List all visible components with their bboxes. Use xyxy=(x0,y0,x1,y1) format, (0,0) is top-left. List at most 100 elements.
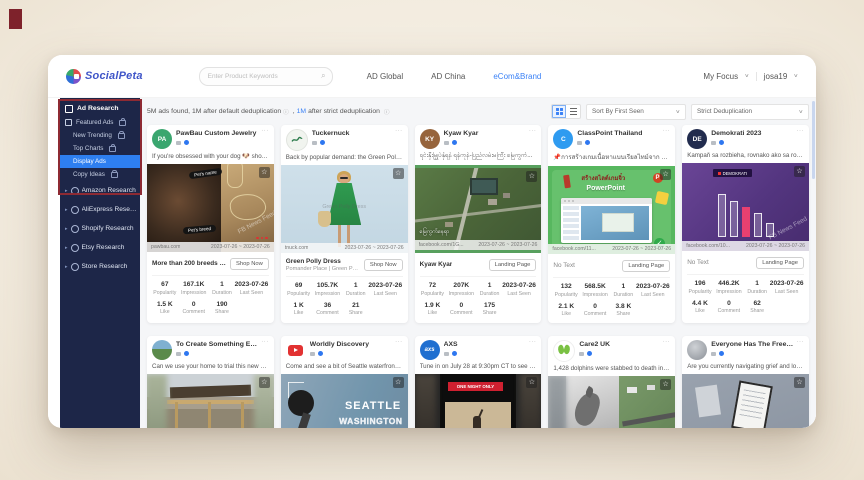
sidebar-item-amazon-research[interactable]: ▸ Amazon Research xyxy=(60,181,140,200)
search-icon[interactable]: ⌕ xyxy=(321,72,325,80)
like-label: Like xyxy=(687,308,713,314)
list-view-button[interactable] xyxy=(566,105,580,118)
advertiser-name[interactable]: Tuckernuck xyxy=(312,130,393,137)
advertiser-name[interactable]: Worldly Discovery xyxy=(310,341,393,348)
pergola-post-shape xyxy=(175,402,178,428)
nav-ad-china[interactable]: AD China xyxy=(431,72,465,81)
more-menu-icon[interactable]: ··· xyxy=(529,128,537,134)
avatar[interactable]: KY xyxy=(420,129,440,149)
facebook-icon xyxy=(184,351,189,356)
more-menu-icon[interactable]: ··· xyxy=(529,339,537,345)
info-icon[interactable]: ⓘ xyxy=(283,108,289,116)
avatar[interactable] xyxy=(553,340,575,362)
info-icon[interactable]: ⓘ xyxy=(384,108,390,116)
ad-media-preview[interactable]: ☆ สร้างสไลด์เกมจิ๋ว PowerPoint P xyxy=(548,166,675,254)
nav-ad-global[interactable]: AD Global xyxy=(367,72,403,81)
favorite-star-icon[interactable]: ☆ xyxy=(526,377,537,388)
ad-media-preview[interactable]: ☆ SEATTLE WASHINGTON xyxy=(281,374,408,428)
shopify-icon xyxy=(71,225,79,233)
lock-icon xyxy=(119,120,126,126)
ad-domain[interactable]: pawbau.com xyxy=(151,244,180,250)
favorite-star-icon[interactable]: ☆ xyxy=(259,167,270,178)
vertical-scrollbar[interactable] xyxy=(812,101,815,179)
favorite-star-icon[interactable]: ☆ xyxy=(794,166,805,177)
advertiser-name[interactable]: AXS xyxy=(444,341,527,348)
nav-ecom-brand[interactable]: eCom&Brand xyxy=(493,72,541,81)
shop-now-button[interactable]: Shop Now xyxy=(230,258,269,270)
sidebar-item-copy-ideas[interactable]: Copy Ideas xyxy=(60,168,140,181)
more-menu-icon[interactable]: ··· xyxy=(797,339,805,345)
more-menu-icon[interactable]: ··· xyxy=(797,128,805,134)
more-menu-icon[interactable]: ··· xyxy=(395,339,403,345)
avatar[interactable]: DE xyxy=(687,129,707,149)
duration-value: 1 xyxy=(611,283,635,290)
favorite-star-icon[interactable]: ☆ xyxy=(526,171,537,182)
favorite-star-icon[interactable]: ☆ xyxy=(259,377,270,388)
ad-media-preview[interactable]: ☆ DEMOKRATI FB News Feed f xyxy=(682,163,809,251)
more-menu-icon[interactable]: ··· xyxy=(663,339,671,345)
favorite-star-icon[interactable]: ☆ xyxy=(660,379,671,390)
sidebar-item-display-ads[interactable]: Display Ads xyxy=(60,155,140,168)
favorite-star-icon[interactable]: ☆ xyxy=(660,169,671,180)
product-search-box[interactable]: ⌕ xyxy=(199,67,333,86)
avatar[interactable] xyxy=(286,129,308,151)
ad-card-care2: Care2 UK ··· 1,428 dolphins were stabbed… xyxy=(548,336,675,428)
avatar[interactable] xyxy=(687,340,707,360)
ad-domain[interactable]: tnuck.com xyxy=(285,245,309,251)
ad-domain[interactable]: facebook.com/10... xyxy=(686,243,730,249)
favorite-star-icon[interactable]: ☆ xyxy=(794,377,805,388)
ad-media-preview[interactable]: ☆ မြေကွက်နေရာ facebook.com/1G... 2023-07… xyxy=(415,165,542,253)
sidebar-item-aliexpress-research[interactable]: ▸ AliExpress Research xyxy=(60,200,140,219)
my-focus-menu[interactable]: My Focus xyxy=(703,72,738,81)
avatar[interactable]: PA xyxy=(152,129,172,149)
sidebar-item-shopify-research[interactable]: ▸ Shopify Research xyxy=(60,219,140,238)
search-input[interactable] xyxy=(206,72,322,81)
sidebar-item-ad-research[interactable]: Ad Research xyxy=(60,101,140,116)
ad-media-preview[interactable]: ☆ Green Polly Dress tnuck.com 2023 xyxy=(281,165,408,253)
avatar[interactable]: C xyxy=(553,129,573,149)
duration-label: Duration xyxy=(611,292,635,298)
ad-media-preview[interactable]: ☆ xyxy=(147,374,274,428)
sidebar-item-new-trending[interactable]: New Trending xyxy=(60,129,140,142)
sidebar-item-store-research[interactable]: ▸ Store Research xyxy=(60,257,140,276)
media-footer: facebook.com/1G... 2023-07-26 ~ 2023-07-… xyxy=(415,240,542,250)
advertiser-name[interactable]: Kyaw Kyar xyxy=(444,130,527,137)
sidebar-item-featured-ads[interactable]: Featured Ads xyxy=(60,116,140,129)
ad-media-preview[interactable]: ☆ xyxy=(548,376,675,428)
advertiser-name[interactable]: PawBau Custom Jewelry xyxy=(176,130,259,137)
ad-domain[interactable]: facebook.com/11... xyxy=(552,246,595,252)
ad-text: If you're obsessed with your dog 🐶 show … xyxy=(152,152,269,160)
sidebar-item-top-charts[interactable]: Top Charts xyxy=(60,142,140,155)
socialpeta-logo[interactable]: SocialPeta xyxy=(66,69,143,84)
sidebar-item-etsy-research[interactable]: ▸ Etsy Research xyxy=(60,238,140,257)
deduplication-dropdown[interactable]: Strict Deduplication ∨ xyxy=(691,104,809,120)
advertiser-name[interactable]: To Create Something Exceptio... xyxy=(176,341,259,348)
shop-now-button[interactable]: Shop Now xyxy=(364,259,403,271)
more-menu-icon[interactable]: ··· xyxy=(395,128,403,134)
ad-domain[interactable]: facebook.com/1G... xyxy=(419,242,464,248)
ad-media-preview[interactable]: ☆ ONE NIGHT ONLY xyxy=(415,374,542,428)
landing-page-button[interactable]: Landing Page xyxy=(622,260,670,272)
advertiser-name[interactable]: Care2 UK xyxy=(579,341,660,348)
advertiser-name[interactable]: Demokrati 2023 xyxy=(711,130,794,137)
grid-view-button[interactable] xyxy=(552,105,566,118)
avatar[interactable] xyxy=(286,340,306,360)
avatar[interactable]: axs xyxy=(420,340,440,360)
ad-media-preview[interactable]: ☆ xyxy=(682,374,809,428)
more-menu-icon[interactable]: ··· xyxy=(663,128,671,134)
advertiser-name[interactable]: Everyone Has The Freedom To... xyxy=(711,341,794,348)
favorite-star-icon[interactable]: ☆ xyxy=(393,377,404,388)
advertiser-name[interactable]: ClassPoint Thailand xyxy=(577,130,660,137)
summary-comma: , xyxy=(293,108,295,115)
more-menu-icon[interactable]: ··· xyxy=(261,339,269,345)
avatar[interactable] xyxy=(152,340,172,360)
feed-icon xyxy=(312,141,317,145)
sidebar-item-label: Amazon Research xyxy=(82,187,136,194)
landing-page-button[interactable]: Landing Page xyxy=(489,259,537,271)
sort-dropdown[interactable]: Sort By First Seen ∨ xyxy=(586,104,686,120)
more-menu-icon[interactable]: ··· xyxy=(261,128,269,134)
landing-page-button[interactable]: Landing Page xyxy=(756,257,804,269)
favorite-star-icon[interactable]: ☆ xyxy=(393,168,404,179)
user-menu[interactable]: josa19 xyxy=(764,72,788,81)
ad-media-preview[interactable]: ☆ Pet's name Pet's breed FB News Feed pa… xyxy=(147,164,274,252)
